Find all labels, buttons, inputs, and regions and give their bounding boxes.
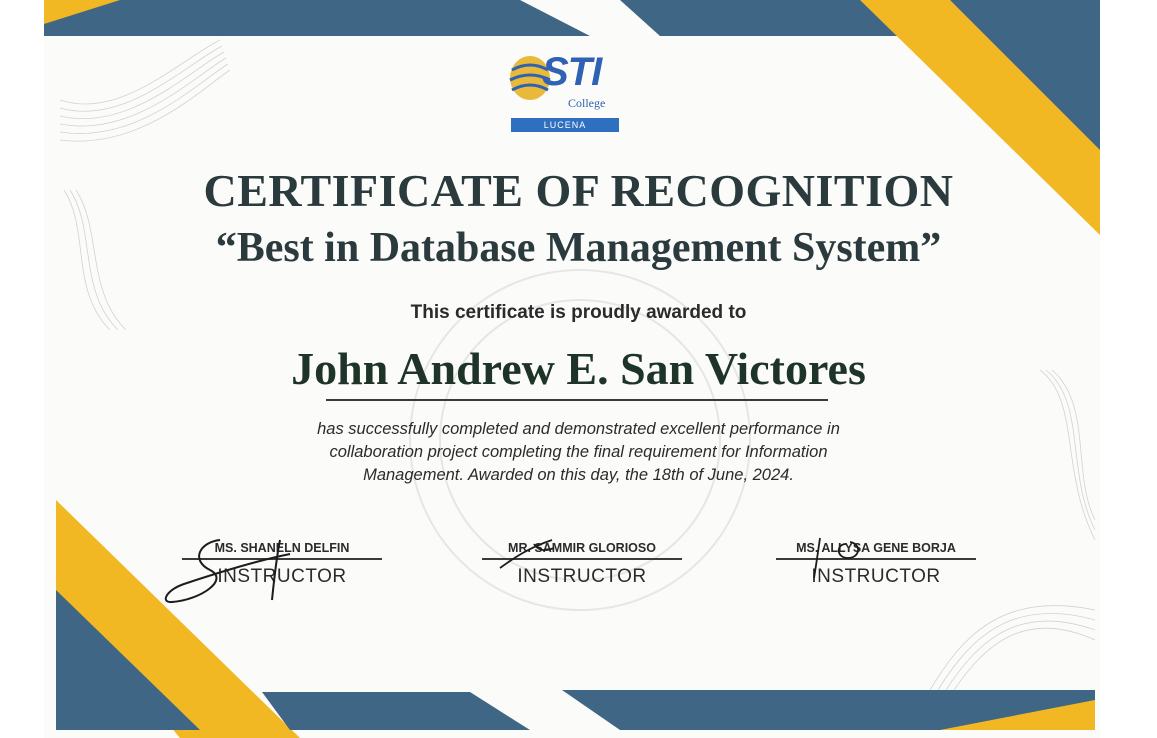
- body-line: collaboration project completing the fin…: [329, 443, 828, 461]
- recipient-underline: [326, 399, 828, 401]
- logo-wordmark: STI: [542, 50, 602, 94]
- top-left-blue-band: [44, 0, 590, 36]
- logo-subtext: College: [568, 96, 606, 110]
- certificate-title: CERTIFICATE OF RECOGNITION: [203, 165, 954, 216]
- certificate-body: has successfully completed and demonstra…: [0, 418, 1157, 487]
- signature-scribble-2: [499, 539, 555, 569]
- signature-scribble-1: [164, 539, 291, 604]
- body-line: has successfully completed and demonstra…: [317, 420, 840, 438]
- school-logo: STI College LUCENA: [506, 50, 624, 134]
- award-title: “Best in Database Management System”: [215, 225, 942, 271]
- signature-scribble-3: [813, 537, 859, 579]
- body-line: Management. Awarded on this day, the 18t…: [363, 466, 794, 484]
- recipient-name: John Andrew E. San Victores: [291, 343, 866, 394]
- logo-campus: LUCENA: [511, 118, 619, 132]
- certificate-page: STI College LUCENA CERTIFICATE OF RECOGN…: [0, 0, 1157, 738]
- top-right-blue-band: [620, 0, 900, 36]
- awarded-to-text: This certificate is proudly awarded to: [410, 302, 747, 323]
- bottom-left-blue-strip: [262, 692, 530, 730]
